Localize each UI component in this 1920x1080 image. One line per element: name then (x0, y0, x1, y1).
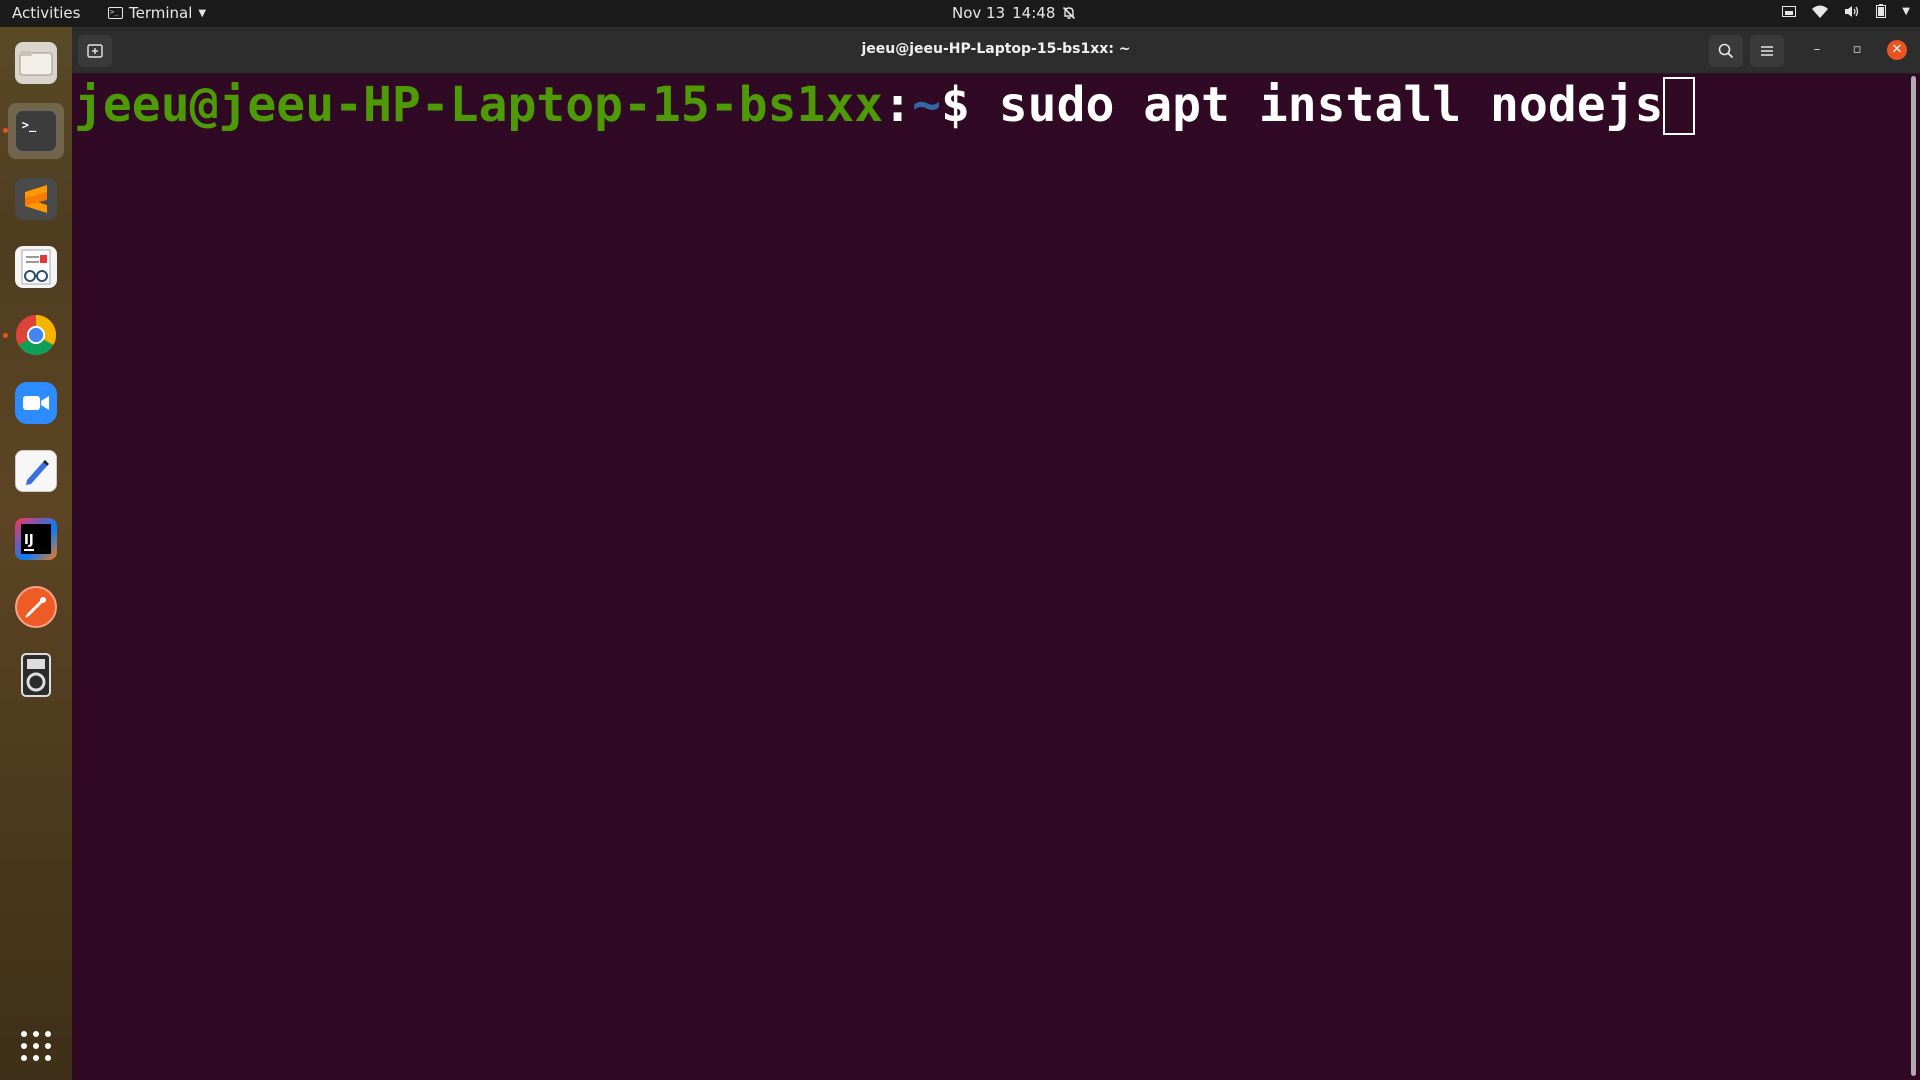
time-label: 14:48 (1012, 4, 1056, 22)
terminal-icon: >_ (15, 110, 57, 152)
search-button[interactable] (1709, 35, 1743, 67)
prompt-symbol: $ (940, 77, 999, 133)
text-cursor (1663, 77, 1696, 135)
media-player-icon (21, 653, 51, 697)
dock-item-google-chrome[interactable] (8, 307, 64, 363)
date-label: Nov 13 (952, 4, 1006, 22)
system-tray[interactable]: ▼ (1782, 4, 1910, 18)
app-menu[interactable]: >_ Terminal ▼ (108, 4, 206, 22)
terminal-window: jeeu@jeeu-HP-Laptop-15-bs1xx: ~ – ▫ ✕ je… (72, 27, 1920, 1080)
app-grid-icon (21, 1031, 51, 1061)
show-applications-button[interactable] (8, 1018, 64, 1074)
text-editor-icon (15, 450, 57, 492)
document-viewer-icon (15, 246, 57, 288)
battery-icon[interactable] (1876, 4, 1887, 18)
close-button[interactable]: ✕ (1887, 40, 1907, 60)
window-title: jeeu@jeeu-HP-Laptop-15-bs1xx: ~ (861, 41, 1131, 57)
chrome-icon (15, 314, 57, 356)
screen-share-icon[interactable] (1782, 5, 1797, 17)
volume-icon[interactable] (1844, 5, 1860, 18)
header-bar[interactable]: jeeu@jeeu-HP-Laptop-15-bs1xx: ~ – ▫ ✕ (72, 27, 1920, 74)
notifications-off-icon (1063, 6, 1076, 20)
date-time-menu[interactable]: Nov 13 14:48 (952, 4, 1076, 22)
wifi-icon[interactable] (1812, 5, 1829, 18)
minimize-button[interactable]: – (1808, 42, 1826, 57)
dock-item-zoom[interactable] (8, 375, 64, 431)
dock-item-text-editor[interactable] (8, 443, 64, 499)
dock: >_ IJ (0, 27, 72, 1080)
system-menu-caret-icon[interactable]: ▼ (1902, 6, 1910, 17)
dock-item-files[interactable] (8, 35, 64, 91)
app-menu-label: Terminal (129, 4, 193, 22)
typed-command: sudo apt install nodejs (998, 77, 1664, 133)
scrollbar[interactable] (1911, 76, 1916, 1076)
prompt-colon: : (883, 77, 913, 133)
dock-item-postman[interactable] (8, 579, 64, 635)
postman-icon (15, 586, 57, 628)
prompt-path: ~ (912, 77, 941, 133)
dock-item-sublime-text[interactable] (8, 171, 64, 227)
restore-button[interactable]: ▫ (1848, 42, 1866, 57)
prompt-user-host: jeeu@jeeu-HP-Laptop-15-bs1xx (74, 77, 884, 133)
terminal-line: jeeu@jeeu-HP-Laptop-15-bs1xx:~$ sudo apt… (74, 75, 1696, 135)
terminal-app-icon: >_ (108, 7, 123, 19)
activities-button[interactable]: Activities (12, 4, 80, 22)
zoom-icon (15, 382, 57, 424)
dock-item-terminal[interactable]: >_ (8, 103, 64, 159)
terminal-body[interactable]: jeeu@jeeu-HP-Laptop-15-bs1xx:~$ sudo apt… (72, 74, 1920, 1080)
intellij-icon: IJ (15, 518, 57, 560)
dock-item-media-player[interactable] (8, 647, 64, 703)
sublime-text-icon (15, 178, 57, 220)
dock-item-document-viewer[interactable] (8, 239, 64, 295)
menu-button[interactable] (1750, 35, 1784, 67)
chevron-down-icon: ▼ (198, 7, 207, 19)
top-bar: Activities >_ Terminal ▼ Nov 13 14:48 ▼ (0, 0, 1920, 27)
dock-item-intellij-idea[interactable]: IJ (8, 511, 64, 567)
hamburger-menu-icon (1761, 46, 1773, 56)
search-icon (1718, 43, 1734, 59)
files-icon (15, 42, 57, 84)
